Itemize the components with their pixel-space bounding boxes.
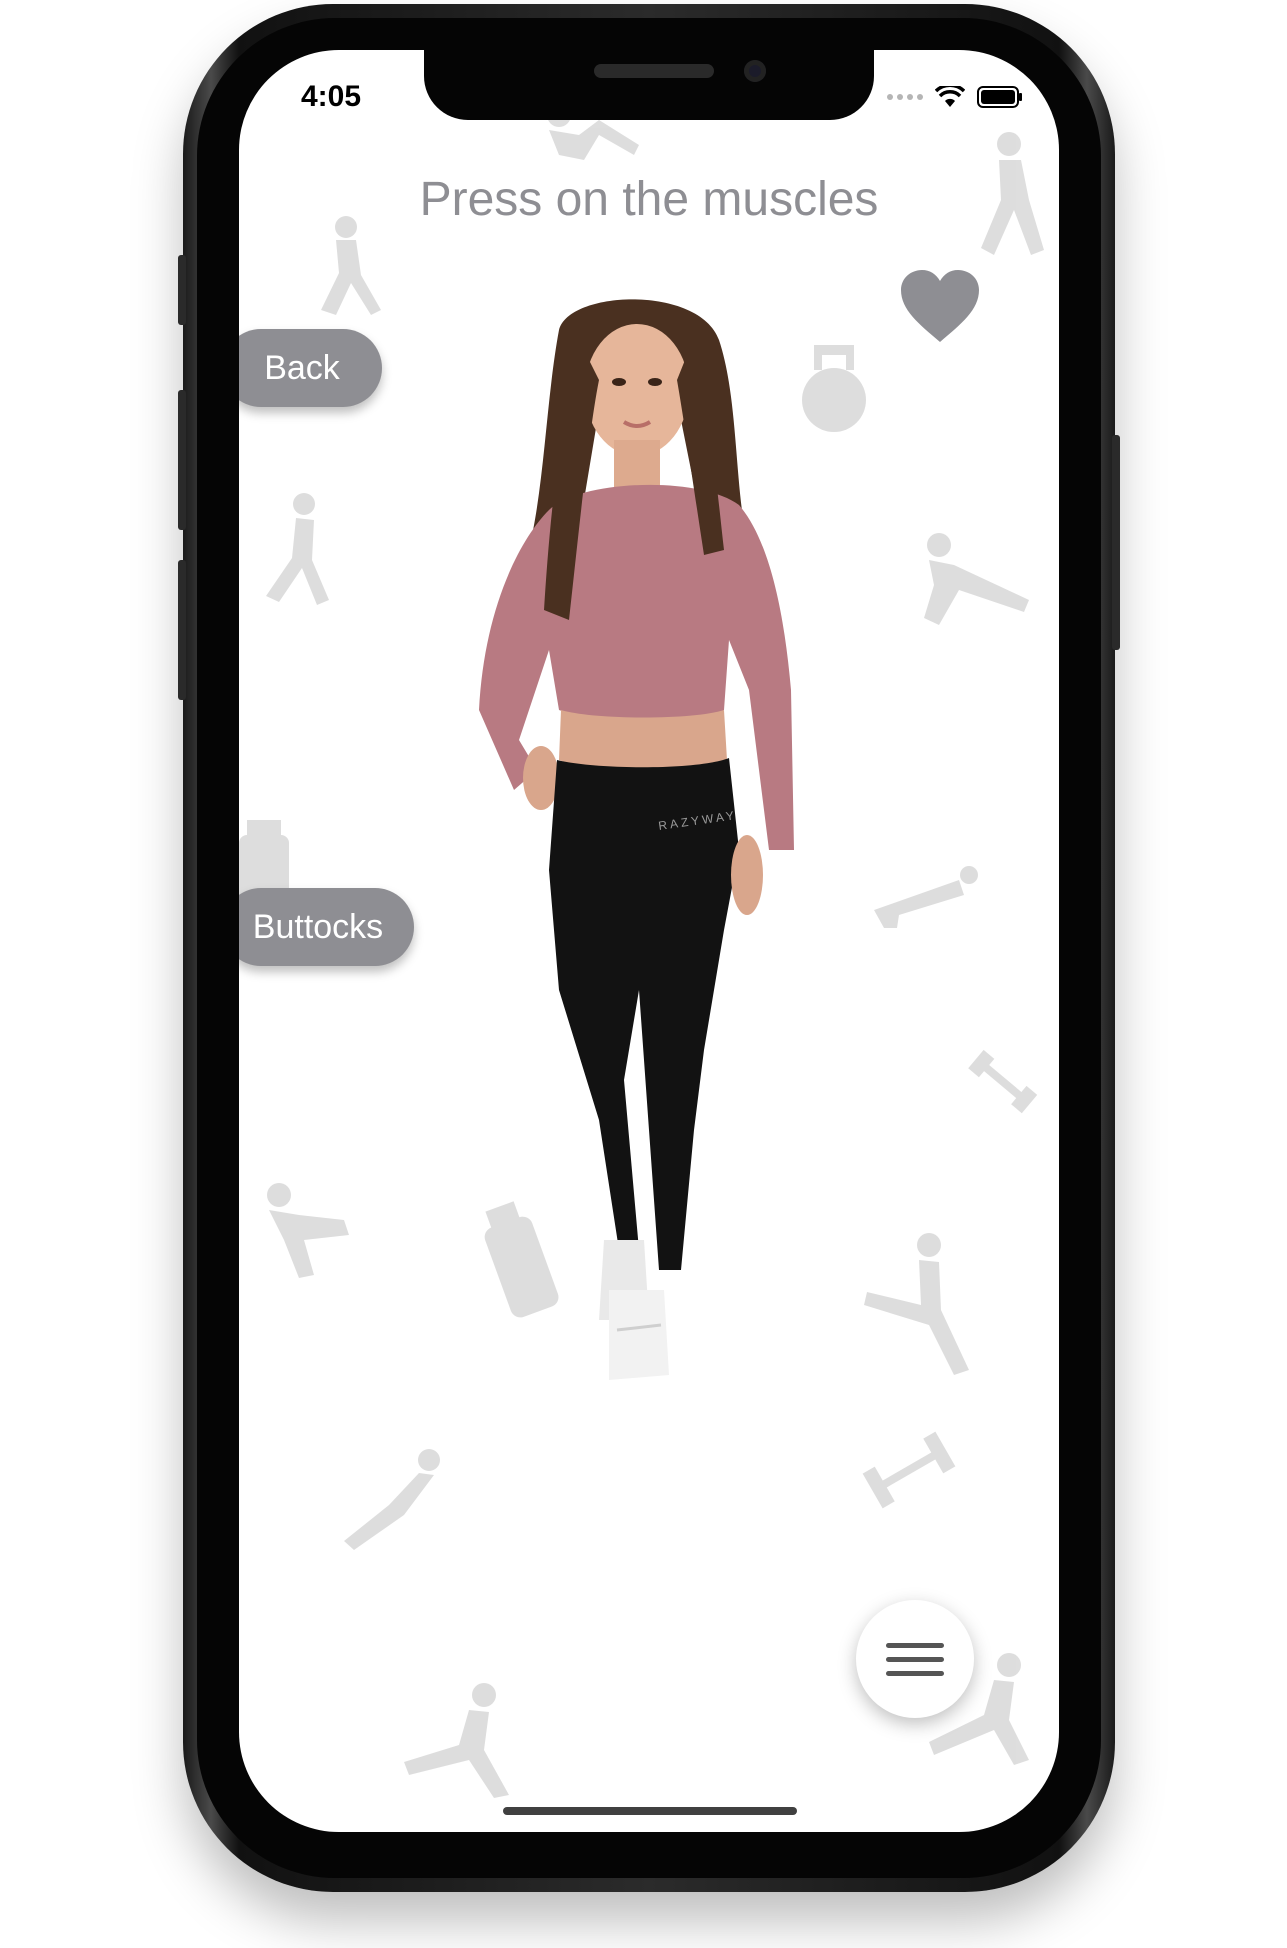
midriff [559, 710, 727, 769]
jumping-silhouette-icon [266, 493, 329, 605]
hamburger-line [886, 1670, 944, 1676]
volume-up-button [178, 255, 186, 325]
face [585, 324, 689, 456]
mute-switch [178, 560, 186, 700]
plank-silhouette-icon [924, 533, 1029, 625]
leggings [549, 758, 739, 1270]
menu-button[interactable] [856, 1600, 974, 1718]
hamburger-menu-icon [886, 1642, 944, 1648]
pushup-silhouette-icon [874, 866, 978, 928]
volume-down-button [178, 390, 186, 530]
yoga-silhouette-icon [344, 1449, 440, 1550]
barbell-icon [862, 1431, 956, 1509]
front-camera [744, 60, 766, 82]
hamburger-line [886, 1656, 944, 1662]
battery-icon [977, 86, 1022, 108]
back-button[interactable]: Back [239, 329, 382, 407]
right-shoe [609, 1290, 669, 1380]
wifi-icon [935, 86, 965, 107]
squat-silhouette-icon [267, 1183, 349, 1278]
kick-silhouette-icon [864, 1233, 969, 1375]
heart-icon[interactable] [899, 268, 981, 344]
app-screen: 4:05 Press on the muscles RAZYWAY Back B… [239, 50, 1059, 1832]
dumbbell-icon [968, 1049, 1038, 1114]
status-time: 4:05 [301, 80, 362, 113]
instruction-title: Press on the muscles [419, 173, 879, 226]
muscle-buttocks-button[interactable]: Buttocks [239, 888, 414, 966]
home-indicator[interactable] [503, 1807, 797, 1815]
speaker-grille [594, 64, 714, 78]
fitness-model-figure[interactable]: RAZYWAY [449, 290, 849, 1710]
notch [424, 50, 874, 120]
power-button [1112, 435, 1120, 650]
signal-icon [887, 94, 923, 100]
lunge-silhouette-icon [321, 216, 381, 315]
status-indicators [887, 86, 1023, 108]
